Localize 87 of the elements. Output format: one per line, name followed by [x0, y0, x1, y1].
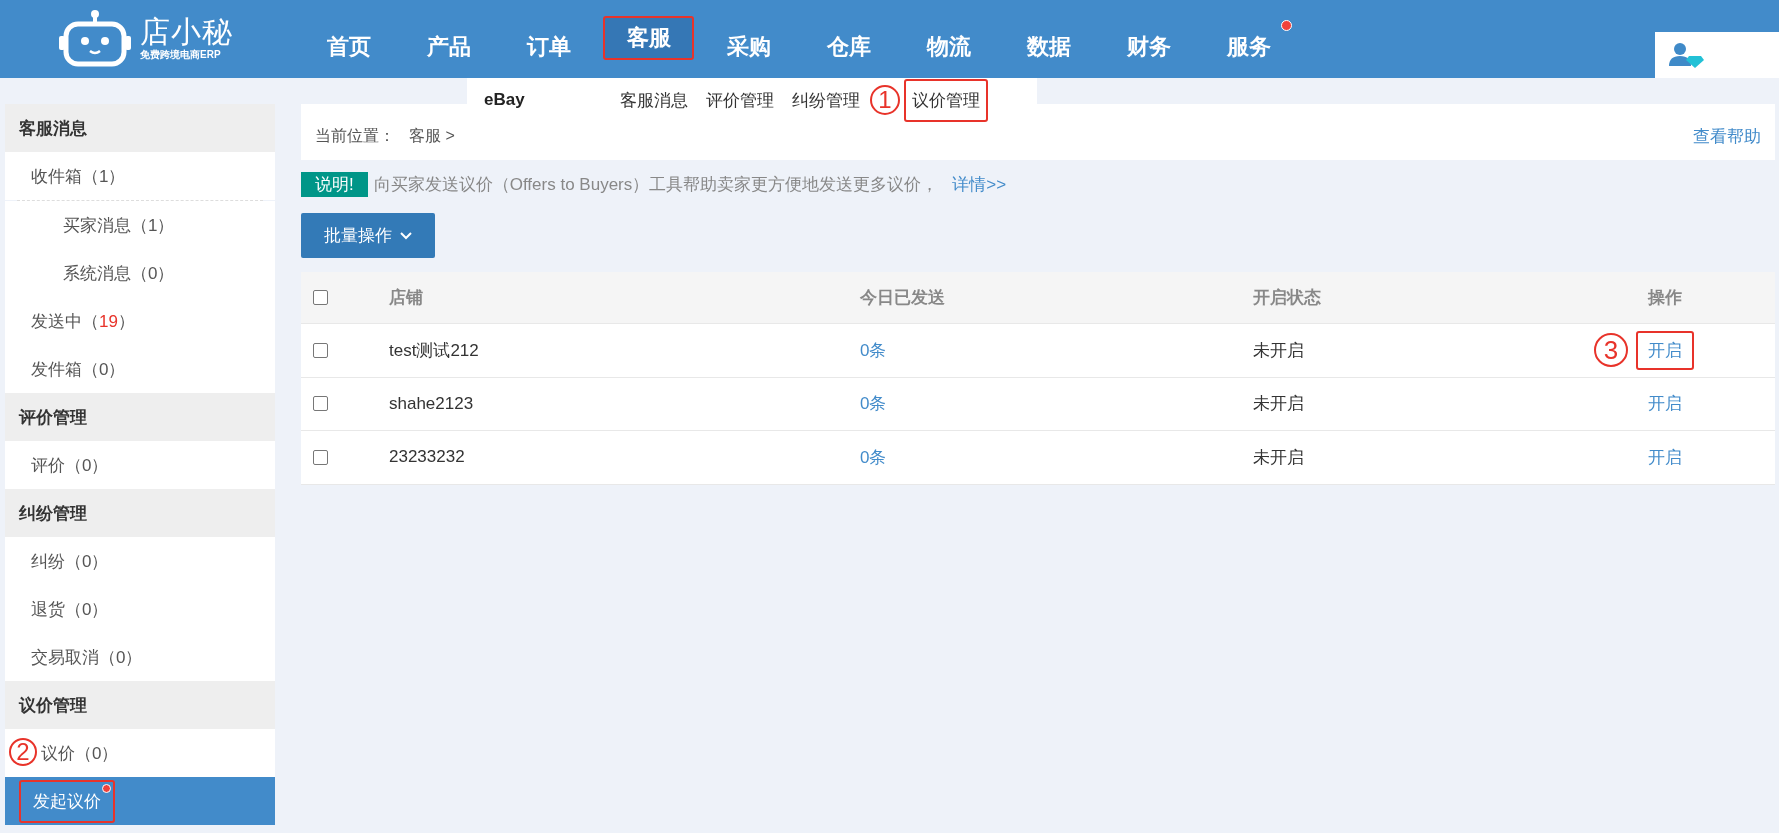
batch-actions-button[interactable]: 批量操作: [301, 213, 435, 258]
select-all-checkbox[interactable]: [313, 290, 328, 305]
sidebar-item[interactable]: 退货（0）: [5, 585, 275, 633]
column-header: 开启状态: [1253, 287, 1322, 309]
logo[interactable]: 店小秘 免费跨境电商ERP: [0, 0, 303, 78]
item-count: （0）: [131, 262, 175, 285]
annotation-marker: 2: [9, 738, 37, 766]
nav-tab[interactable]: 客服: [603, 16, 694, 60]
item-count: （0）: [75, 742, 119, 765]
item-count: （0）: [82, 358, 126, 381]
item-count: （1）: [131, 214, 175, 237]
sidebar-item[interactable]: 系统消息（0）: [5, 249, 275, 297]
submenu-item[interactable]: 评价管理: [698, 78, 782, 122]
enable-link[interactable]: 开启: [1636, 437, 1694, 477]
column-header: 操作: [1648, 287, 1683, 309]
item-count: （0）: [65, 454, 109, 477]
sidebar-label: 交易取消: [31, 646, 99, 669]
sidebar-label: 收件箱: [31, 165, 82, 188]
row-checkbox[interactable]: [313, 449, 328, 465]
logo-name: 店小秘: [140, 16, 233, 48]
help-link[interactable]: 查看帮助: [1693, 124, 1761, 148]
nav-tab[interactable]: 订单: [503, 16, 594, 78]
nav-tab[interactable]: 服务: [1203, 16, 1294, 78]
annotation-marker: 3: [1594, 333, 1628, 368]
sidebar-item[interactable]: 发送中（19）: [5, 297, 275, 345]
sidebar-label: 退货: [31, 598, 65, 621]
row-checkbox[interactable]: [313, 342, 328, 358]
sidebar-item[interactable]: 2 议价（0）: [5, 729, 275, 777]
logo-tagline: 免费跨境电商ERP: [140, 48, 222, 62]
item-count: （0）: [65, 550, 109, 573]
nav-tab[interactable]: 首页: [303, 16, 394, 78]
sidebar-label: 系统消息: [63, 262, 131, 285]
notice-tag: 说明!: [301, 172, 368, 197]
details-link[interactable]: 详情>>: [952, 173, 1007, 196]
sidebar-label: 评价: [31, 454, 65, 477]
sidebar-label: 纠纷: [31, 550, 65, 573]
sidebar-item[interactable]: 买家消息（1）: [5, 201, 275, 249]
sidebar-item[interactable]: 收件箱（1）: [5, 152, 275, 200]
status-cell-text: 未开启: [1253, 339, 1305, 362]
column-header: 店铺: [389, 287, 424, 309]
item-count: （0）: [65, 598, 109, 621]
sidebar-section-title: 客服消息: [5, 104, 275, 152]
robot-icon: [58, 9, 132, 69]
submenu-item[interactable]: 议价管理: [904, 78, 988, 122]
enable-link[interactable]: 开启: [1636, 330, 1694, 370]
nav-tab[interactable]: 物流: [903, 16, 994, 78]
sidebar-label: 议价: [41, 742, 75, 765]
sidebar-item[interactable]: 评价（0）: [5, 441, 275, 489]
status-cell-text: 未开启: [1253, 446, 1305, 469]
sent-count-link[interactable]: 0条: [860, 394, 887, 414]
sidebar-label: 发件箱: [31, 358, 82, 381]
sidebar-item[interactable]: 纠纷（0）: [5, 537, 275, 585]
sidebar-label: 买家消息: [63, 214, 131, 237]
sent-count-link[interactable]: 0条: [860, 340, 887, 360]
enable-link[interactable]: 开启: [1636, 384, 1694, 424]
sidebar-section-title: 纠纷管理: [5, 489, 275, 537]
shop-cell-text: shahe2123: [389, 393, 475, 414]
status-cell-text: 未开启: [1253, 393, 1305, 416]
nav-tab[interactable]: 仓库: [803, 16, 894, 78]
sidebar-item-selected[interactable]: 发起议价: [5, 777, 275, 825]
row-checkbox[interactable]: [313, 396, 328, 412]
sidebar-item[interactable]: 发件箱（0）: [5, 345, 275, 393]
sidebar-item[interactable]: 交易取消（0）: [5, 633, 275, 681]
submenu-item[interactable]: 纠纷管理: [784, 78, 868, 122]
sent-count-link[interactable]: 0条: [860, 447, 887, 467]
sidebar-section-title: 评价管理: [5, 393, 275, 441]
breadcrumb-path: 客服 >: [409, 125, 455, 146]
shop-cell-text: 23233232: [389, 447, 466, 468]
shop-cell-text: test测试212: [389, 339, 480, 362]
item-count: （19）: [82, 310, 135, 333]
user-icon[interactable]: [1669, 42, 1705, 68]
nav-tab[interactable]: 财务: [1103, 16, 1194, 78]
item-count: （0）: [99, 646, 143, 669]
platform-label: eBay: [483, 90, 526, 110]
nav-tab[interactable]: 产品: [403, 16, 494, 78]
nav-tab[interactable]: 采购: [703, 16, 794, 78]
annotation-marker: 1: [870, 85, 900, 115]
sidebar-label: 发送中: [31, 310, 82, 333]
breadcrumb-label: 当前位置：: [315, 125, 395, 146]
chevron-down-icon: [400, 231, 412, 240]
sidebar-section-title: 议价管理: [5, 681, 275, 729]
sidebar-label: 发起议价: [19, 779, 115, 823]
item-count: （1）: [82, 165, 126, 188]
column-header: 今日已发送: [860, 287, 946, 309]
submenu-item[interactable]: 客服消息: [612, 78, 696, 122]
nav-tab[interactable]: 数据: [1003, 16, 1094, 78]
notice-text: 向买家发送议价（Offers to Buyers）工具帮助卖家更方便地发送更多议价，: [373, 174, 939, 196]
